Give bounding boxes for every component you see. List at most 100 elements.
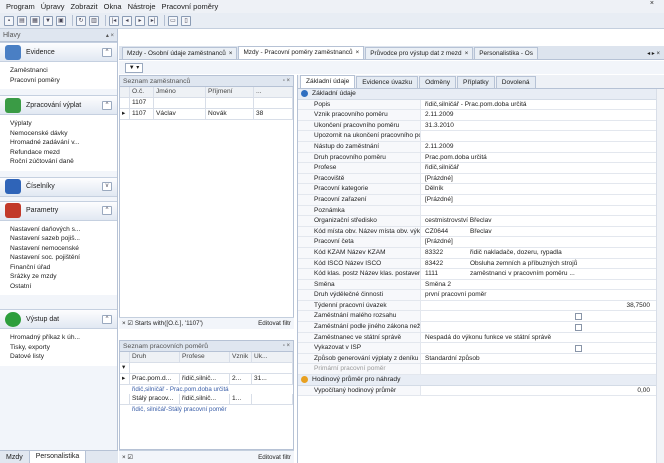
menu-nastroje[interactable]: Nástroje: [128, 2, 156, 11]
table-row[interactable]: ▸ Prac.pom.d... řidič,silnič... 2... 31.…: [120, 374, 293, 385]
close-icon[interactable]: ×: [356, 49, 360, 56]
doc-tab-osobni-udaje[interactable]: Mzdy - Osobní údaje zaměstnanců ×: [122, 47, 238, 59]
section-header[interactable]: Hodinový průměr pro náhrady: [298, 375, 664, 386]
nav-item-rocni-zuctovani[interactable]: Roční zúčtování daně: [10, 157, 109, 167]
nav-item-srazky[interactable]: Sráżky ze mzdy: [10, 272, 109, 282]
nav-item-nemocenske-davky[interactable]: Nemocenské dávky: [10, 129, 109, 139]
property-row[interactable]: Kód klas. postz Název klas. postavení v …: [298, 269, 664, 280]
panel-pin-icon[interactable]: ▫ ×: [283, 343, 290, 349]
property-value[interactable]: [Prázdné]: [421, 195, 664, 205]
property-value[interactable]: řidič,silničář: [421, 163, 664, 173]
document-icon[interactable]: ▯: [181, 15, 191, 26]
chevron-down-icon[interactable]: v: [102, 182, 112, 191]
close-icon[interactable]: ×: [465, 50, 469, 57]
property-value[interactable]: [Prázdné]: [421, 237, 664, 247]
property-checkbox[interactable]: [421, 311, 664, 321]
nav-item-zamestnanci[interactable]: Zaměstnanci: [10, 66, 109, 76]
property-value[interactable]: [421, 131, 664, 141]
property-row[interactable]: Kód ISCO Název ISCO 83422 Obsluha zemních …: [298, 258, 664, 270]
save-icon[interactable]: ▪: [4, 15, 14, 26]
property-value[interactable]: řidič,silničář - Prac.pom.doba určitá: [421, 100, 664, 110]
open-icon[interactable]: ▤: [17, 15, 27, 26]
tab-mzdy[interactable]: Mzdy: [0, 454, 29, 461]
group-ciselniky[interactable]: Číselníky v: [0, 176, 117, 197]
chevron-up-icon[interactable]: ^: [102, 47, 112, 57]
chevron-up-icon[interactable]: ^: [102, 206, 112, 215]
table-row[interactable]: ▸ 1107 Václav Novák 38: [120, 109, 293, 120]
section-header[interactable]: Základní údaje: [298, 89, 664, 100]
property-row[interactable]: Profese řidič,silničář: [298, 163, 664, 174]
property-row[interactable]: Pracovní kategorie Dělník: [298, 184, 664, 195]
nav-item-soc-pojisteni[interactable]: Nastavení soc. pojištění: [10, 253, 109, 263]
property-value[interactable]: 31.3.2010: [421, 121, 664, 131]
property-row[interactable]: Pracoviště [Prázdné]: [298, 173, 664, 185]
property-value[interactable]: Nespadá do výkonu funkce ve státní správ…: [421, 333, 664, 343]
property-row[interactable]: Pracovní zařazení [Prázdné]: [298, 194, 664, 206]
property-row[interactable]: Popis řidič,silničář - Prac.pom.doba urči…: [298, 99, 664, 111]
chevron-up-icon[interactable]: ^: [102, 314, 112, 324]
funnel-icon[interactable]: ▼ ▾: [125, 62, 143, 73]
property-row[interactable]: Vypočítaný hodinový průměr 0,00: [298, 385, 664, 397]
panel-pin-icon[interactable]: ▫ ×: [283, 78, 290, 84]
property-row[interactable]: Zaměstnání malého rozsahu: [298, 311, 664, 323]
column-vznik[interactable]: Vznik: [230, 352, 252, 363]
nav-item-hromadny-prikaz[interactable]: Hromadný příkaz k úh...: [10, 333, 109, 343]
column-prijmeni[interactable]: Příjmení: [206, 87, 254, 98]
menu-zobrazit[interactable]: Zobrazit: [71, 2, 98, 11]
tab-personalistika[interactable]: Personalistika: [28, 450, 87, 463]
property-row[interactable]: Kód místa obv. Název místa obv. výkonu p…: [298, 226, 664, 238]
property-value[interactable]: 0,00: [421, 386, 664, 396]
clear-filter-icon[interactable]: × ☑: [122, 454, 133, 461]
property-value[interactable]: 38,7500: [421, 301, 664, 311]
property-row[interactable]: Ukončení pracovního poměru 31.3.2010: [298, 120, 664, 132]
property-row[interactable]: Způsob generování výplaty z deníku Standa…: [298, 353, 664, 365]
property-row[interactable]: Vykazovat v ISP: [298, 343, 664, 354]
nav-item-hromadne-zadavani[interactable]: Hromadné zadávání v...: [10, 138, 109, 148]
nav-item-financni-urad[interactable]: Finanční úřad: [10, 263, 109, 273]
property-value[interactable]: cestmistrovství Břeclav: [421, 216, 664, 226]
property-value[interactable]: Dělník: [421, 184, 664, 194]
property-row[interactable]: Týdenní pracovní úvazek 38,7500: [298, 300, 664, 312]
report-icon[interactable]: ▭: [168, 15, 178, 26]
export-icon[interactable]: ▣: [56, 15, 66, 26]
group-zpracovani-vyplat[interactable]: Zpracování výplat ^: [0, 95, 117, 115]
next-record-icon[interactable]: ▸: [135, 15, 145, 26]
property-row[interactable]: Druh pracovního poměru Prac.pom.doba urči…: [298, 152, 664, 164]
tab-odmeny[interactable]: Odměny: [419, 76, 457, 88]
property-value[interactable]: 2.11.2009: [421, 110, 664, 120]
nav-item-vyplaty[interactable]: Výplaty: [10, 119, 109, 129]
tab-zakladni-udaje[interactable]: Základní údaje: [300, 75, 356, 88]
filter-icon[interactable]: ▼: [43, 15, 53, 26]
column-jmeno[interactable]: Jméno: [154, 87, 206, 98]
group-vystup-dat[interactable]: Výstup dat ^: [0, 309, 117, 329]
nav-item-pracovni-pomery[interactable]: Pracovní poměry: [10, 76, 109, 86]
refresh-icon[interactable]: ↻: [76, 15, 86, 26]
nav-item-refundace-mezd[interactable]: Refundace mezd: [10, 148, 109, 158]
clear-filter-icon[interactable]: × ☑: [122, 320, 135, 327]
property-row[interactable]: Upozornit na ukončení pracovního poměru: [298, 131, 664, 142]
print-icon[interactable]: ▦: [30, 15, 40, 26]
property-value[interactable]: [421, 206, 664, 216]
property-checkbox[interactable]: [421, 343, 664, 353]
checkbox-icon[interactable]: [575, 312, 582, 320]
doc-tab-pracovni-pomery[interactable]: Mzdy - Pracovní poměry zaměstnanců ×: [238, 46, 365, 59]
property-value[interactable]: první pracovní poměr: [421, 290, 664, 300]
nav-item-tisky-exporty[interactable]: Tisky, exporty: [10, 343, 109, 353]
chart-icon[interactable]: ▥: [89, 15, 99, 26]
property-row[interactable]: Primární pracovní poměr: [298, 364, 664, 376]
menu-okna[interactable]: Okna: [104, 2, 122, 11]
last-record-icon[interactable]: ▸|: [148, 15, 158, 26]
tab-scroll-icon[interactable]: ◂ ▸ ×: [643, 50, 664, 59]
nav-item-danove-sazby[interactable]: Nastavení daňových s...: [10, 225, 109, 235]
doc-tab-pruvodce[interactable]: Průvodce pro výstup dat z mezd ×: [365, 47, 474, 59]
property-row[interactable]: Zaměstnanec ve státní správě Nespadá do v…: [298, 332, 664, 344]
table-row[interactable]: Stálý pracov... řidič,silnič... 1...: [120, 394, 293, 405]
property-value[interactable]: 83422 Obsluha zemních a příbuzných strojů: [421, 259, 664, 269]
doc-tab-personalistika[interactable]: Personalistika - Os: [474, 47, 538, 59]
menu-program[interactable]: Program: [6, 2, 35, 11]
property-checkbox[interactable]: [421, 322, 664, 332]
property-value[interactable]: 1111 zaměstnanci v pracovním poměru ...: [421, 269, 664, 279]
property-row[interactable]: Kód KZAM Název KZAM 83322 řidič nakladače,…: [298, 247, 664, 259]
pin-icon[interactable]: ▴ ×: [106, 32, 114, 39]
prev-record-icon[interactable]: ◂: [122, 15, 132, 26]
